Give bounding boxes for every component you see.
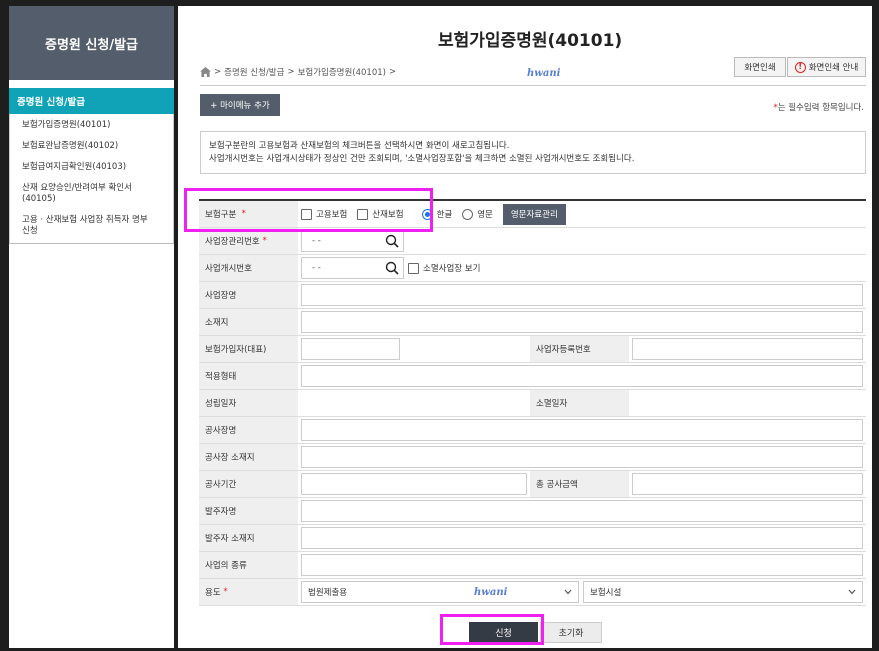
- sidebar-item-benefit-cert[interactable]: 보험급여지급확인원(40103): [10, 158, 173, 179]
- row-start-number: 사업개시번호 - - 소멸사업장 보기: [199, 255, 866, 282]
- industrial-checkbox[interactable]: 산재보험: [357, 208, 404, 220]
- total-amount-label: 총 공사금액: [530, 471, 629, 497]
- add-mymenu-button[interactable]: + 마이메뉴 추가: [200, 94, 280, 116]
- apply-type-label: 적용형태: [199, 363, 298, 389]
- purpose-select[interactable]: 법원제출용: [301, 581, 579, 603]
- chevron-down-icon: [848, 589, 856, 595]
- address-input[interactable]: [301, 311, 863, 333]
- sidebar-header: 증명원 신청/발급: [9, 6, 174, 80]
- row-address: 소재지: [199, 309, 866, 336]
- client-label: 발주자명: [199, 498, 298, 524]
- row-mgmt-number: 사업장관리번호 * - -: [199, 228, 866, 255]
- breadcrumb-item-1[interactable]: 증명원 신청/발급: [224, 66, 284, 78]
- row-period: 공사기간 총 공사금액: [199, 471, 866, 498]
- row-purpose: 용도 * 법원제출용 보험시설: [199, 579, 866, 606]
- alert-icon: !: [794, 61, 806, 73]
- breadcrumb-sep-icon: >: [388, 67, 397, 77]
- client-address-label: 발주자 소재지: [199, 525, 298, 551]
- biz-type-input[interactable]: [301, 554, 863, 576]
- sidebar-list: 보험가입증명원(40101) 보험료완납증명원(40102) 보험급여지급확인원…: [9, 114, 174, 244]
- notice-line-2: 사업개시번호는 사업개시상태가 정상인 건만 조회되며, '소멸사업장포함'을 …: [209, 154, 635, 164]
- address-label: 소재지: [199, 309, 298, 335]
- required-note: *는 필수입력 항목입니다.: [773, 101, 864, 113]
- breadcrumb-sep-icon: >: [214, 67, 222, 77]
- row-dates: 성립일자 소멸일자: [199, 390, 866, 417]
- watermark: hwani: [474, 587, 508, 598]
- search-icon[interactable]: [385, 261, 399, 275]
- biz-reg-input[interactable]: [632, 338, 863, 360]
- apply-type-input[interactable]: [301, 365, 863, 387]
- total-amount-input[interactable]: [632, 473, 863, 495]
- required-note-text: 는 필수입력 항목입니다.: [777, 103, 864, 113]
- client-address-input[interactable]: [301, 527, 863, 549]
- biz-reg-label: 사업자등록번호: [530, 336, 629, 362]
- closed-label: 소멸일자: [530, 390, 629, 416]
- sidebar-item-insurance-cert[interactable]: 보험가입증명원(40101): [10, 114, 173, 137]
- home-icon[interactable]: [200, 67, 211, 77]
- row-insurance-type: 보험구분 * 고용보험 산재보험 한글 영문 영문자료관리: [199, 201, 866, 228]
- certificate-form: 보험구분 * 고용보험 산재보험 한글 영문 영문자료관리 사업장관리번호 * …: [199, 199, 866, 606]
- row-site-name: 공사장명: [199, 417, 866, 444]
- chevron-down-icon: [564, 589, 572, 595]
- insurance-type-options: 고용보험 산재보험 한글 영문 영문자료관리: [298, 201, 866, 227]
- closed-value: [632, 392, 863, 414]
- row-biz-type: 사업의 종류: [199, 552, 866, 579]
- insured-label: 보험가입자(대표): [199, 336, 298, 362]
- start-no-label: 사업개시번호: [199, 255, 298, 281]
- start-no-input[interactable]: - -: [301, 257, 404, 279]
- notice-line-1: 보험구분란의 고용보험과 산재보험의 체크버튼을 선택하시면 화면이 새로고침됩…: [209, 141, 510, 151]
- client-input[interactable]: [301, 500, 863, 522]
- submit-button[interactable]: 신청: [469, 622, 538, 643]
- period-label: 공사기간: [199, 471, 298, 497]
- site-address-label: 공사장 소재지: [199, 444, 298, 470]
- show-closed-checkbox[interactable]: 소멸사업장 보기: [408, 262, 480, 274]
- site-address-input[interactable]: [301, 446, 863, 468]
- sidebar-item-care-approval[interactable]: 산재 요양승인/반려여부 확인서 (40105): [10, 179, 173, 211]
- page-title: 보험가입증명원(40101): [438, 31, 623, 51]
- established-value: [301, 392, 527, 414]
- row-client-address: 발주자 소재지: [199, 525, 866, 552]
- employment-checkbox[interactable]: 고용보험: [301, 208, 347, 220]
- row-insured: 보험가입자(대표) 사업자등록번호: [199, 336, 866, 363]
- workplace-name-label: 사업장명: [199, 282, 298, 308]
- search-icon[interactable]: [385, 234, 399, 248]
- breadcrumb-item-2[interactable]: 보험가입증명원(40101): [298, 66, 386, 78]
- english-data-mgmt-button[interactable]: 영문자료관리: [502, 203, 566, 225]
- sidebar-active-menu[interactable]: 증명원 신청/발급: [9, 88, 174, 114]
- print-guide-label: 화면인쇄 안내: [808, 63, 859, 73]
- breadcrumb: > 증명원 신청/발급 > 보험가입증명원(40101) >: [200, 66, 396, 78]
- site-name-label: 공사장명: [199, 417, 298, 443]
- watermark: hwani: [527, 68, 561, 79]
- sidebar-item-premium-paid-cert[interactable]: 보험료완납증명원(40102): [10, 137, 173, 158]
- row-apply-type: 적용형태: [199, 363, 866, 390]
- notice-box: 보험구분란의 고용보험과 산재보험의 체크버튼을 선택하시면 화면이 새로고침됩…: [200, 131, 866, 174]
- reset-button[interactable]: 초기화: [540, 622, 602, 643]
- row-site-address: 공사장 소재지: [199, 444, 866, 471]
- site-name-input[interactable]: [301, 419, 863, 441]
- print-guide-button[interactable]: ! 화면인쇄 안내: [787, 57, 866, 77]
- sidebar-item-acquirer-list[interactable]: 고용 · 산재보험 사업장 취득자 명부 신청: [10, 211, 173, 243]
- insured-input[interactable]: [301, 338, 400, 360]
- period-input[interactable]: [301, 473, 527, 495]
- mgmt-no-input[interactable]: - -: [301, 230, 404, 252]
- biz-type-label: 사업의 종류: [199, 552, 298, 578]
- established-label: 성립일자: [199, 390, 298, 416]
- sidebar: 증명원 신청/발급 증명원 신청/발급 보험가입증명원(40101) 보험료완납…: [9, 6, 174, 648]
- insurance-type-label: 보험구분 *: [199, 201, 298, 227]
- row-workplace-name: 사업장명: [199, 282, 866, 309]
- main-panel: 보험가입증명원(40101) > 증명원 신청/발급 > 보험가입증명원(401…: [178, 6, 872, 648]
- english-radio[interactable]: 영문: [462, 208, 493, 220]
- print-button[interactable]: 화면인쇄: [734, 57, 786, 77]
- purpose-detail-select[interactable]: 보험시설: [583, 581, 863, 603]
- breadcrumb-sep-icon: >: [287, 67, 295, 77]
- divider: [200, 85, 866, 86]
- mgmt-no-label: 사업장관리번호 *: [199, 228, 298, 254]
- korean-radio[interactable]: 한글: [421, 208, 452, 220]
- purpose-label: 용도 *: [199, 579, 298, 605]
- row-client: 발주자명: [199, 498, 866, 525]
- workplace-name-input[interactable]: [301, 284, 863, 306]
